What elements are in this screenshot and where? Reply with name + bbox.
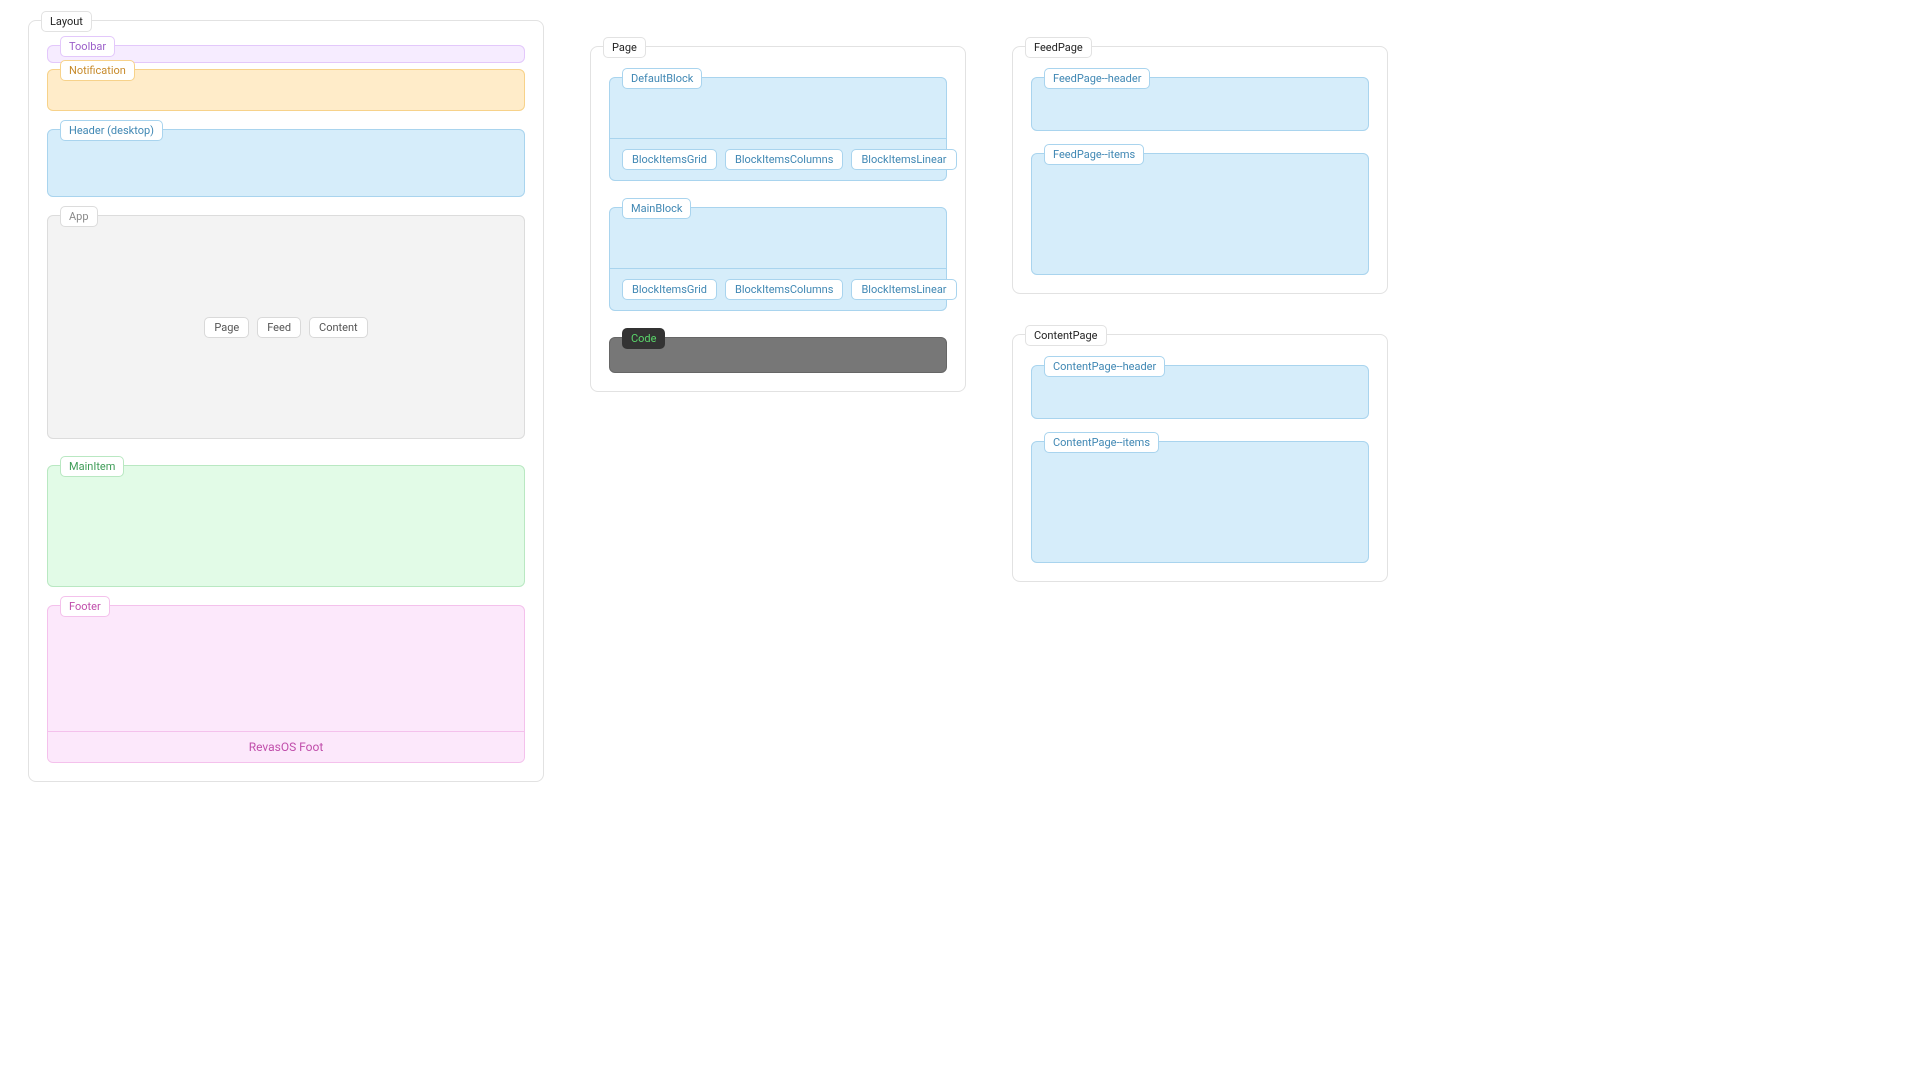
mainblock-chip-grid: BlockItemsGrid (622, 279, 717, 300)
mainblock-label: MainBlock (622, 198, 691, 219)
header-block: Header (desktop) (47, 129, 525, 197)
footer-block: Footer RevasOS Foot (47, 605, 525, 763)
contentpage-header-label: ContentPage--header (1044, 356, 1165, 377)
contentpage-box: ContentPage ContentPage--header ContentP… (1012, 334, 1388, 582)
contentpage-items-label: ContentPage--items (1044, 432, 1159, 453)
code-label: Code (622, 328, 665, 349)
defaultblock: DefaultBlock BlockItemsGrid BlockItemsCo… (609, 77, 947, 181)
toolbar-label: Toolbar (60, 36, 115, 57)
contentpage-items: ContentPage--items (1031, 441, 1369, 563)
defaultblock-chips: BlockItemsGrid BlockItemsColumns BlockIt… (610, 138, 946, 180)
app-chip-content: Content (309, 317, 368, 338)
feedpage-items: FeedPage--items (1031, 153, 1369, 275)
notification-label: Notification (60, 60, 135, 81)
app-chips: Page Feed Content (60, 228, 512, 426)
defaultblock-chip-linear: BlockItemsLinear (851, 149, 956, 170)
footer-band: RevasOS Foot (48, 731, 524, 762)
defaultblock-label: DefaultBlock (622, 68, 702, 89)
app-block: App Page Feed Content (47, 215, 525, 439)
mainblock-chips: BlockItemsGrid BlockItemsColumns BlockIt… (610, 268, 946, 310)
mainblock-chip-columns: BlockItemsColumns (725, 279, 843, 300)
app-label: App (60, 206, 98, 227)
layout-tag: Layout (41, 11, 92, 32)
header-label: Header (desktop) (60, 120, 163, 141)
mainblock-chip-linear: BlockItemsLinear (851, 279, 956, 300)
feedpage-tag: FeedPage (1025, 37, 1092, 58)
feedpage-header-label: FeedPage--header (1044, 68, 1150, 89)
defaultblock-chip-columns: BlockItemsColumns (725, 149, 843, 170)
feedpage-header: FeedPage--header (1031, 77, 1369, 131)
page-tag: Page (603, 37, 646, 58)
feedpage-items-label: FeedPage--items (1044, 144, 1144, 165)
code-block: Code (609, 337, 947, 373)
app-chip-page: Page (204, 317, 249, 338)
mainblock: MainBlock BlockItemsGrid BlockItemsColum… (609, 207, 947, 311)
mainitem-label: MainItem (60, 456, 124, 477)
mainitem-block: MainItem (47, 465, 525, 587)
feedpage-box: FeedPage FeedPage--header FeedPage--item… (1012, 46, 1388, 294)
contentpage-header: ContentPage--header (1031, 365, 1369, 419)
contentpage-tag: ContentPage (1025, 325, 1107, 346)
defaultblock-chip-grid: BlockItemsGrid (622, 149, 717, 170)
app-chip-feed: Feed (257, 317, 301, 338)
footer-label: Footer (60, 596, 110, 617)
layout-box: Layout Toolbar Notification Header (desk… (28, 20, 544, 782)
notification-block: Notification (47, 69, 525, 111)
page-box: Page DefaultBlock BlockItemsGrid BlockIt… (590, 46, 966, 392)
